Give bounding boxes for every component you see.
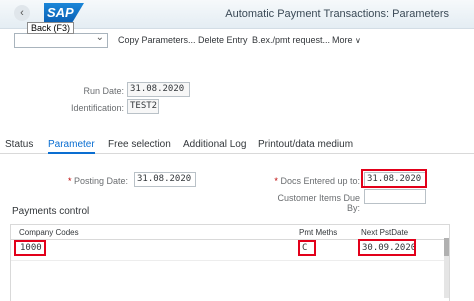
run-date-label: Run Date: [83,86,124,96]
chevron-down-icon: ∨ [355,36,361,45]
required-indicator: * [67,176,72,186]
posting-date-field[interactable]: 31.08.2020 [134,172,196,187]
column-header-company-codes: Company Codes [19,228,79,237]
posting-date-label: * Posting Date: [67,176,128,186]
tab-additional-log[interactable]: Additional Log [183,139,246,150]
tab-parameter[interactable]: Parameter [48,139,95,154]
back-tooltip: Back (F3) [27,22,75,34]
variant-select[interactable]: ⌄ [14,32,108,48]
delete-entry-button[interactable]: Delete Entry [198,35,248,45]
docs-entered-label: * Docs Entered up to: [274,176,360,186]
highlight-box [14,240,46,256]
column-header-next-pstdate: Next PstDate [361,228,409,237]
bex-pmt-request-button[interactable]: B.ex./pmt request... [252,35,330,45]
required-indicator: * [274,176,278,186]
customer-items-field[interactable] [364,189,426,204]
run-date-field[interactable]: 31.08.2020 [127,82,190,97]
highlight-box [298,240,316,256]
tab-status[interactable]: Status [5,139,33,150]
more-button[interactable]: More ∨ [332,35,361,45]
chevron-down-icon: ⌄ [95,32,104,43]
tab-free-selection[interactable]: Free selection [108,139,171,150]
payments-control-table: Company Codes Pmt Meths Next PstDate [10,224,450,301]
sap-logo: SAP [44,3,84,23]
customer-items-label: Customer Items Due By: [277,193,360,213]
identification-field[interactable]: TEST2 [127,99,159,114]
highlight-box [361,169,427,188]
copy-parameters-button[interactable]: Copy Parameters... [118,35,196,45]
payments-control-title: Payments control [12,206,90,217]
back-arrow-icon: ‹ [20,7,24,19]
column-header-pmt-meths: Pmt Meths [299,228,338,237]
page-title: Automatic Payment Transactions: Paramete… [225,8,449,20]
back-button[interactable]: ‹ [14,5,30,21]
scrollbar-thumb[interactable] [444,238,449,256]
row-divider [11,260,449,261]
tab-printout-data-medium[interactable]: Printout/data medium [258,139,353,150]
table-scrollbar[interactable] [444,238,449,298]
identification-label: Identification: [70,103,124,113]
highlight-box [358,239,416,256]
tab-bar: Status Parameter Free selection Addition… [0,137,474,154]
more-label: More [332,35,353,45]
